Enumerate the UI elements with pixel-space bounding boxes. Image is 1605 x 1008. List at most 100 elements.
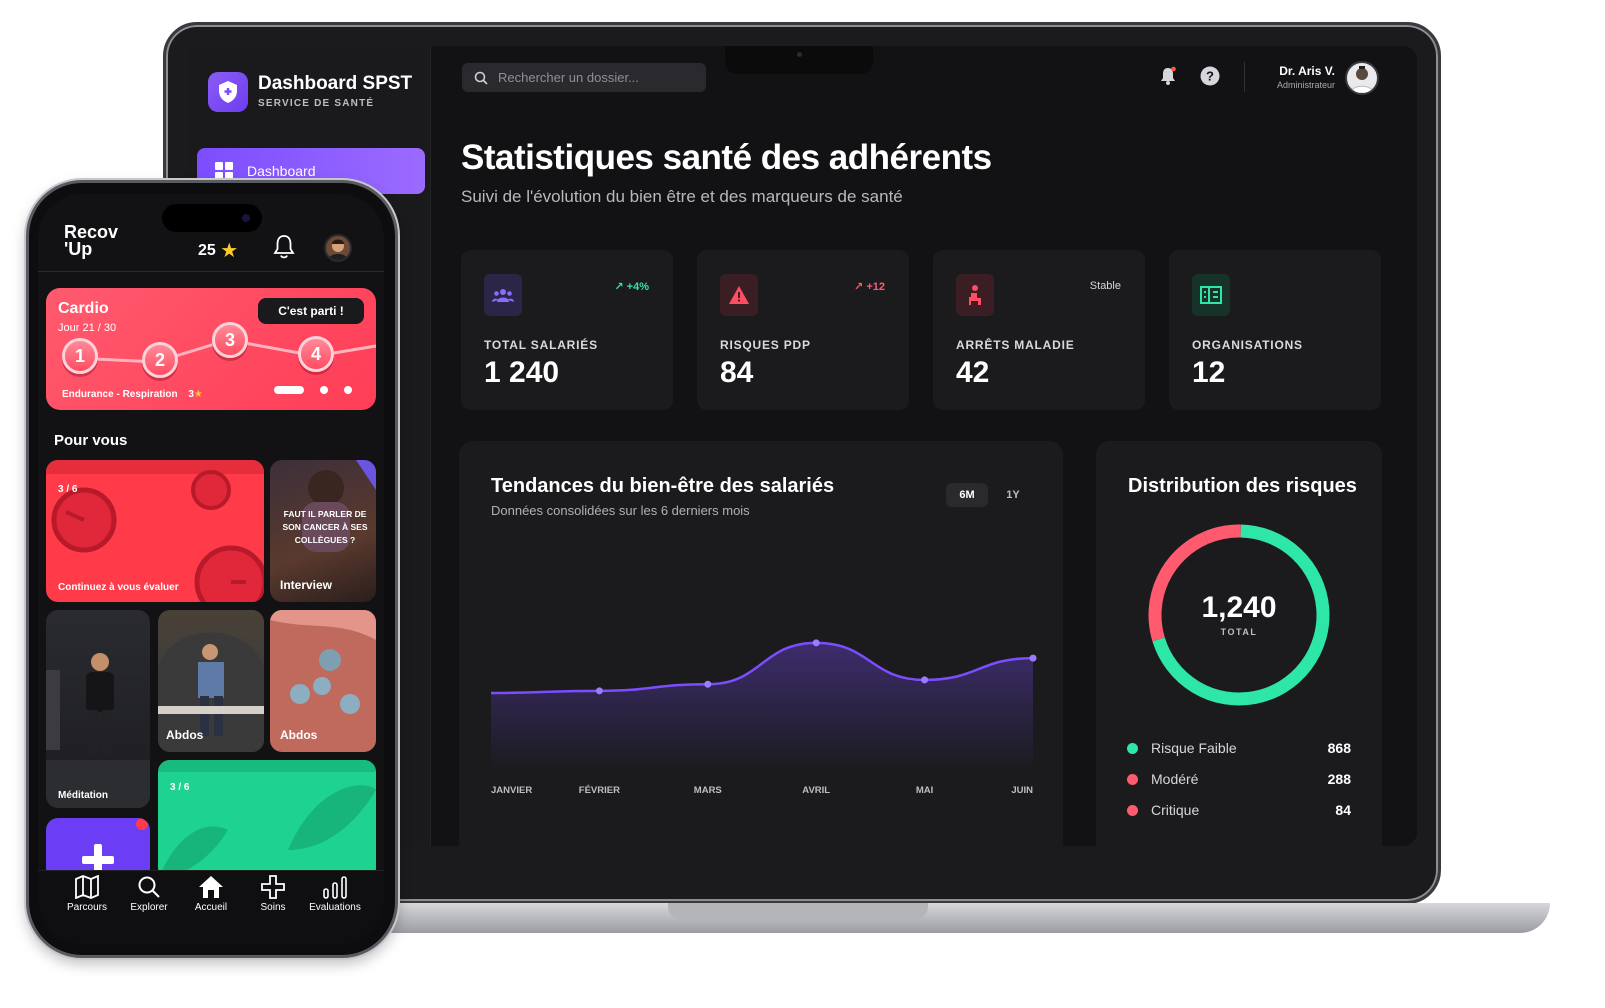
tile-label: Abdos — [166, 728, 204, 742]
tile-count: 3 / 6 — [170, 782, 190, 793]
trend-badge: ↗ +12 — [854, 281, 885, 293]
sidebar-item-label: Dashboard — [247, 163, 316, 179]
stat-label: TOTAL SALARIÉS — [484, 338, 598, 352]
x-tick-label: JUIN — [1011, 785, 1033, 796]
start-button[interactable]: C'est parti ! — [258, 298, 364, 324]
line-point — [921, 676, 929, 684]
legend-name: Risque Faible — [1151, 740, 1237, 756]
bar-chart-icon — [323, 876, 347, 899]
brand-title: Dashboard SPST — [258, 73, 413, 94]
legend-dot — [1127, 742, 1138, 754]
tile-count: 3 / 6 — [58, 484, 78, 495]
tab-evaluations[interactable]: Evaluations — [304, 875, 366, 913]
donut-total-value: 1,240 — [1201, 591, 1277, 624]
bell-icon[interactable] — [1157, 65, 1179, 87]
stat-card-total-salaries[interactable]: ↗ +4% TOTAL SALARIÉS 1 240 — [461, 250, 673, 410]
building-icon — [1192, 274, 1230, 316]
trend-line-chart: JANVIER FÉVRIER MARS AVRIL MAI JUIN — [490, 639, 1037, 796]
stat-label: RISQUES PDP — [720, 338, 811, 352]
pager-dot[interactable] — [344, 386, 352, 394]
person-icon — [956, 274, 994, 316]
page-title: Statistiques santé des adhérents — [461, 138, 992, 177]
notification-dot — [136, 818, 148, 830]
search-input[interactable] — [498, 70, 688, 85]
plus-outline-icon — [261, 875, 285, 899]
program-footer: Endurance - Respiration 3★ — [62, 389, 203, 400]
tab-explorer[interactable]: Explorer — [118, 875, 180, 913]
user-role: Administrateur — [1276, 80, 1335, 90]
green-program-tile[interactable]: 3 / 6 — [158, 760, 376, 880]
stat-value: 42 — [956, 356, 990, 389]
dynamic-island — [162, 204, 262, 232]
abdos-tile-2[interactable]: Abdos — [270, 610, 376, 752]
tile-label: Abdos — [280, 728, 318, 742]
legend-value: 868 — [1327, 740, 1351, 756]
grid-icon — [215, 162, 233, 180]
x-tick-label: MAI — [916, 785, 933, 796]
tab-soins[interactable]: Soins — [242, 875, 304, 913]
bell-icon[interactable] — [272, 234, 296, 265]
legend-row-critique: Critique 84 — [1127, 800, 1351, 820]
header-divider — [38, 271, 384, 272]
bottom-tab-bar: Parcours Explorer Accueil Soins Evaluati… — [38, 870, 384, 944]
tile-label: Interview — [280, 578, 333, 592]
step-3[interactable]: 3 — [212, 322, 248, 358]
topbar-divider — [1244, 62, 1245, 92]
section-title: Pour vous — [54, 432, 128, 449]
step-2[interactable]: 2 — [142, 342, 178, 378]
stat-card-organisations[interactable]: ORGANISATIONS 12 — [1169, 250, 1381, 410]
wellbeing-trend-panel: Tendances du bien-être des salariés Donn… — [459, 441, 1063, 846]
legend-dot — [1127, 773, 1138, 785]
line-point — [704, 680, 712, 688]
help-icon[interactable]: ? — [1199, 65, 1221, 87]
evaluation-tile[interactable]: 3 / 6 Continuez à vous évaluer — [46, 460, 264, 602]
x-tick-label: FÉVRIER — [579, 785, 620, 796]
search-icon — [138, 876, 160, 898]
mobile-app-screen: Recov 'Up 25 ★ Cardio Jour 21 / 30 C'est… — [38, 194, 384, 944]
points-counter: 25 ★ — [198, 240, 239, 262]
pager-dot[interactable] — [320, 386, 328, 394]
x-tick-label: JANVIER — [491, 785, 532, 796]
stat-card-arrets-maladie[interactable]: Stable ARRÊTS MALADIE 42 — [933, 250, 1145, 410]
meditation-tile[interactable]: Méditation — [46, 610, 150, 808]
trend-badge: ↗ +4% — [614, 281, 649, 293]
page-subtitle: Suivi de l'évolution du bien être et des… — [461, 187, 903, 206]
meditation-photo — [46, 653, 150, 808]
tab-parcours[interactable]: Parcours — [56, 875, 118, 913]
user-name: Dr. Aris V. — [1279, 64, 1335, 78]
svg-text:?: ? — [1206, 69, 1214, 84]
stat-card-risques-pdp[interactable]: ↗ +12 RISQUES PDP 84 — [697, 250, 909, 410]
program-day: Jour 21 / 30 — [58, 322, 117, 334]
interview-tile[interactable]: FAUT IL PARLER DE SON CANCER À SES COLLÈ… — [270, 460, 376, 602]
x-tick-label: AVRIL — [802, 785, 830, 796]
line-point — [1029, 654, 1037, 662]
step-1[interactable]: 1 — [62, 338, 98, 374]
search-bar[interactable] — [462, 63, 706, 92]
donut-total-label: TOTAL — [1220, 627, 1258, 637]
pager-dot-active[interactable] — [274, 386, 304, 394]
legend-row-modere: Modéré 288 — [1127, 769, 1351, 789]
star-icon: ★ — [193, 389, 203, 400]
brand-subtitle: SERVICE DE SANTÉ — [258, 98, 375, 109]
stat-value: 84 — [720, 356, 754, 389]
donut-slice — [1203, 524, 1241, 544]
cardio-program-card[interactable]: Cardio Jour 21 / 30 C'est parti ! 1 2 3 … — [46, 288, 376, 410]
tile-label: Méditation — [58, 790, 108, 801]
legend-name: Critique — [1151, 802, 1200, 818]
tab-accueil[interactable]: Accueil — [180, 875, 242, 913]
step-4[interactable]: 4 — [298, 336, 334, 372]
line-point — [812, 639, 820, 647]
app-logo: Recov 'Up — [64, 222, 119, 259]
search-icon — [474, 71, 488, 85]
shield-icon — [208, 72, 248, 112]
legend-value: 84 — [1335, 802, 1351, 818]
trend-up-icon: ↗ — [854, 281, 864, 293]
legend-row-faible: Risque Faible 868 — [1127, 738, 1351, 758]
avatar[interactable] — [1345, 61, 1379, 95]
abdos-tile-1[interactable]: Abdos — [158, 610, 264, 752]
home-icon — [199, 876, 223, 898]
line-point — [595, 687, 603, 695]
avatar[interactable] — [324, 234, 352, 262]
legend-value: 288 — [1327, 771, 1351, 787]
trend-up-icon: ↗ — [614, 281, 624, 293]
